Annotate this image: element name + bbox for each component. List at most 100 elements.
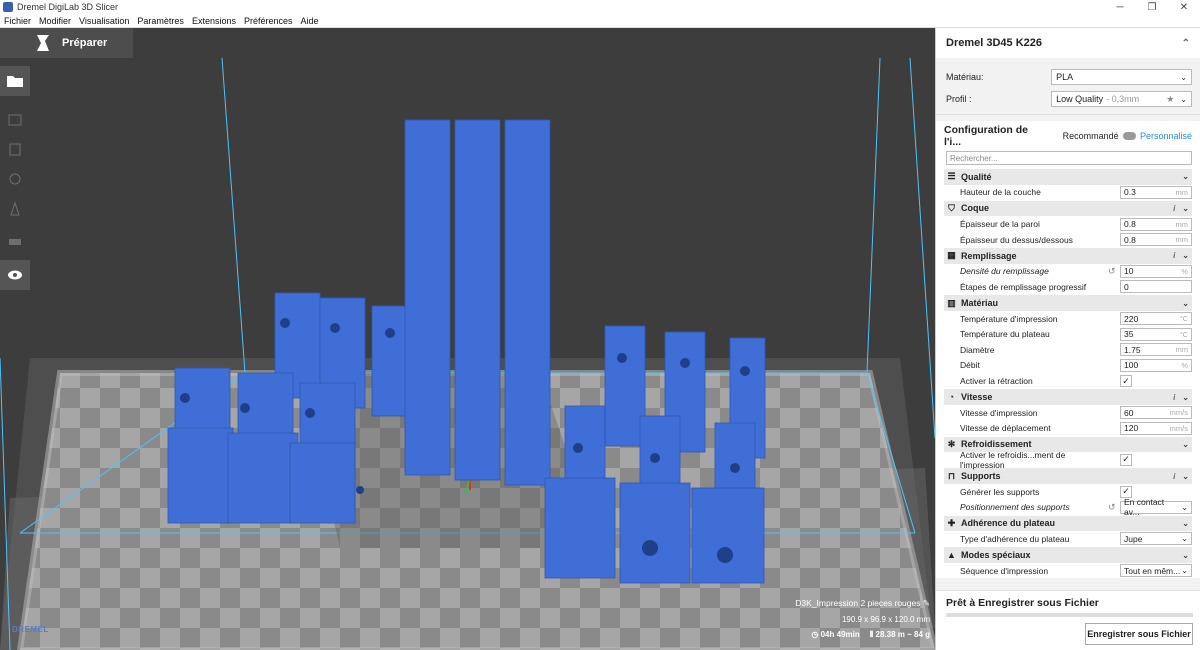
material-icon: ▥ [947, 297, 956, 308]
category-shell[interactable]: ⛉ Coque i ⌄ [944, 200, 1192, 217]
menu-preferences[interactable]: Préférences [240, 16, 297, 26]
menu-fichier[interactable]: Fichier [0, 16, 35, 26]
category-special-modes[interactable]: ▲ Modes spéciaux ⌄ [944, 547, 1192, 563]
setting-row: Positionnement des supports ↺ En contact a… [944, 497, 1192, 517]
move-tool-button[interactable] [0, 104, 30, 134]
setting-label: Diamètre [960, 344, 995, 355]
category-label: Matériau [961, 298, 999, 309]
support-blocker-button[interactable] [0, 224, 30, 254]
setting-label: Générer les supports [960, 486, 1040, 497]
chevron-down-icon[interactable]: ⌄ [1182, 472, 1189, 481]
chevron-down-icon: ⌄ [1180, 94, 1187, 104]
open-file-button[interactable] [0, 66, 30, 96]
support-icon: ⊓ [947, 470, 956, 481]
progress-bar [946, 613, 1193, 617]
category-infill[interactable]: ▦ Remplissage i ⌄ [944, 247, 1192, 264]
close-button[interactable]: ✕ [1168, 2, 1200, 13]
setting-row: Débit 100% [944, 358, 1192, 374]
setting-unit: mm [1175, 235, 1189, 245]
3d-viewport[interactable] [0, 28, 935, 650]
menu-aide[interactable]: Aide [297, 16, 323, 26]
category-adhesion[interactable]: ✚ Adhérence du plateau ⌄ [944, 515, 1192, 532]
setting-input[interactable]: 10% [1120, 264, 1192, 278]
setting-input[interactable]: 220 °C [1120, 312, 1192, 326]
chevron-down-icon[interactable]: ⌄ [1182, 251, 1189, 260]
category-support[interactable]: ⊓ Supports i ⌄ [944, 468, 1192, 484]
info-icon[interactable]: i [1173, 472, 1175, 481]
profile-select[interactable]: Low Quality - 0,3mm ★ ⌄ [1051, 91, 1192, 107]
scale-icon [9, 143, 21, 156]
category-speed[interactable]: ◔ Vitesse i ⌄ [944, 389, 1192, 405]
chevron-down-icon[interactable]: ⌄ [1182, 204, 1189, 213]
edit-icon[interactable]: ✎ [923, 598, 930, 608]
chevron-down-icon[interactable]: ⌄ [1182, 299, 1189, 308]
chevron-down-icon[interactable]: ⌄ [1182, 393, 1189, 402]
category-label: Coque [961, 203, 989, 214]
custom-label[interactable]: Personnalisé [1140, 131, 1192, 141]
setting-label: Positionnement des supports [960, 502, 1070, 513]
mode-toggle[interactable] [1122, 132, 1136, 140]
setting-input[interactable]: 0.3 mm [1120, 185, 1192, 199]
setting-checkbox[interactable]: ✓ [1120, 375, 1132, 388]
rotate-tool-button[interactable] [0, 164, 30, 194]
info-icon[interactable]: i [1173, 204, 1175, 213]
save-to-file-button[interactable]: Enregistrer sous Fichier [1085, 623, 1193, 645]
setting-label: Densité du remplissage [960, 266, 1049, 277]
menu-modifier[interactable]: Modifier [35, 16, 75, 26]
setting-input[interactable]: 120 mm/s [1120, 421, 1192, 435]
category-material[interactable]: ▥ Matériau ⌄ [944, 295, 1192, 311]
setting-checkbox[interactable]: ✓ [1120, 453, 1132, 466]
minimize-button[interactable]: ─ [1104, 2, 1136, 13]
recommended-label[interactable]: Recommandé [1063, 131, 1119, 141]
prepare-stage-button[interactable]: Préparer [0, 28, 133, 58]
setting-input[interactable]: 0.8 mm [1120, 217, 1192, 231]
reset-icon[interactable]: ↺ [1108, 502, 1120, 513]
setting-label: Type d'adhérence du plateau [960, 533, 1070, 544]
setting-input[interactable]: 1.75 mm [1120, 343, 1192, 357]
setting-input[interactable]: 0 [1120, 280, 1192, 294]
print-settings: Configuration de l'i... Recommandé Perso… [936, 121, 1200, 579]
scale-tool-button[interactable] [0, 134, 30, 164]
reset-icon[interactable]: ↺ [1108, 266, 1120, 277]
setting-row: Activer le refroidis...ment de l'impress… [944, 450, 1192, 470]
setting-row: Type d'adhérence du plateau Jupe ⌄ [944, 531, 1192, 547]
view-mode-button[interactable] [0, 260, 30, 290]
collapse-icon[interactable]: ⌃ [1182, 38, 1190, 49]
material-select[interactable]: PLA ⌄ [1051, 69, 1192, 85]
chevron-down-icon[interactable]: ⌄ [1182, 551, 1189, 560]
chevron-down-icon[interactable]: ⌄ [1182, 440, 1189, 449]
info-icon[interactable]: i [1173, 393, 1175, 402]
quality-icon: ☰ [947, 171, 956, 182]
setting-input[interactable]: 60 mm/s [1120, 406, 1192, 420]
setting-dropdown[interactable]: En contact av... ⌄ [1120, 497, 1192, 517]
info-icon[interactable]: i [1173, 251, 1175, 260]
setting-dropdown[interactable]: Tout en mêm... ⌄ [1120, 564, 1192, 578]
category-quality[interactable]: ☰ Qualité ⌄ [944, 169, 1192, 185]
settings-search-input[interactable]: Rechercher... [946, 151, 1192, 165]
chevron-down-icon[interactable]: ⌄ [1182, 519, 1189, 528]
adhesion-icon: ✚ [947, 517, 956, 528]
app-icon [3, 2, 13, 12]
setting-input[interactable]: 0.8 mm [1120, 233, 1192, 247]
menu-visualisation[interactable]: Visualisation [75, 16, 133, 26]
setting-row: Vitesse de déplacement 120 mm/s [944, 421, 1192, 437]
star-icon[interactable]: ★ [1166, 94, 1174, 105]
setting-input[interactable]: 35 °C [1120, 327, 1192, 341]
menu-extensions[interactable]: Extensions [188, 16, 240, 26]
mirror-tool-button[interactable] [0, 194, 30, 224]
menu-parametres[interactable]: Paramètres [133, 16, 188, 26]
stage-label: Préparer [62, 37, 108, 49]
maximize-button[interactable]: ❐ [1136, 2, 1168, 13]
profile-label: Profil : [946, 94, 972, 104]
chevron-down-icon[interactable]: ⌄ [1182, 172, 1189, 181]
setting-label: Température du plateau [960, 329, 1050, 340]
setting-unit: mm [1175, 187, 1189, 197]
material-profile-box: Matériau: PLA ⌄ Profil : Low Quality - 0,3… [936, 58, 1200, 115]
chevron-down-icon: ⌄ [1181, 534, 1188, 544]
category-label: Vitesse [961, 392, 993, 403]
printer-header[interactable]: Dremel 3D45 K226 ⌃ [936, 28, 1200, 58]
setting-unit: % [1181, 360, 1188, 370]
setting-checkbox[interactable]: ✓ [1120, 485, 1132, 498]
setting-input[interactable]: 100% [1120, 358, 1192, 372]
setting-dropdown[interactable]: Jupe ⌄ [1120, 532, 1192, 546]
